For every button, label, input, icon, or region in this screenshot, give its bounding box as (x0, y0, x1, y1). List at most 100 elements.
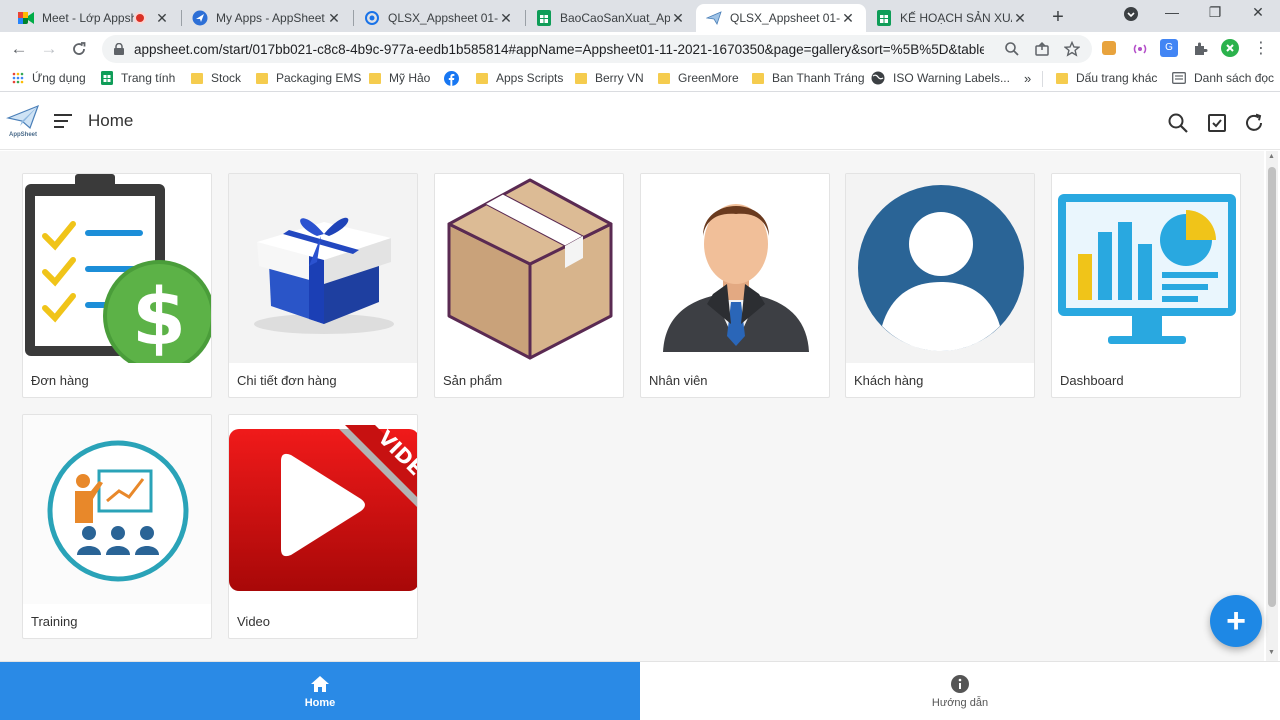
scroll-up-icon[interactable]: ▲ (1268, 153, 1275, 160)
close-tab-icon[interactable]: ✕ (498, 10, 514, 27)
bookmark-label: Berry VN (595, 71, 644, 85)
bookmark-greenmore[interactable]: GreenMore (658, 71, 739, 85)
bookmark-stock[interactable]: Stock (191, 71, 241, 85)
tab-qlsx-1[interactable]: QLSX_Appsheet 01-11 ✕ (354, 4, 524, 32)
info-icon (951, 675, 969, 693)
tab-qlsx-active[interactable]: QLSX_Appsheet 01-11 ✕ (696, 4, 866, 32)
minimize-button[interactable]: — (1160, 4, 1184, 20)
scrollbar-thumb[interactable] (1268, 167, 1276, 607)
browser-tab-strip: Meet - Lớp Appsh ✕ My Apps - AppSheet ✕ … (0, 0, 1280, 32)
bookmarks-more-button[interactable]: » (1024, 71, 1031, 86)
close-window-button[interactable]: ✕ (1246, 4, 1270, 21)
bookmark-berry[interactable]: Berry VN (575, 71, 644, 85)
nav-label: Hướng dẫn (931, 697, 989, 709)
card-don-hang[interactable]: $ Đơn hàng (22, 173, 212, 398)
app-header: AppSheet Home (0, 96, 1280, 150)
cardboard-box-icon (435, 174, 623, 363)
bookmark-apps[interactable]: Ứng dụng (12, 71, 86, 85)
tab-title: My Apps - AppSheet (216, 11, 325, 25)
card-label: Training (31, 614, 78, 629)
menu-icon[interactable] (54, 114, 72, 132)
scroll-down-icon[interactable]: ▼ (1268, 649, 1275, 656)
extension-broadcast-icon[interactable] (1132, 41, 1148, 57)
nav-huong-dan[interactable]: Hướng dẫn (640, 662, 1280, 720)
bookmark-label: Stock (211, 71, 242, 85)
close-tab-icon[interactable]: ✕ (840, 10, 856, 27)
share-icon[interactable] (1034, 41, 1050, 57)
tab-search-button[interactable] (1119, 6, 1143, 25)
browser-menu-button[interactable]: ⋮ (1250, 38, 1272, 60)
nav-home[interactable]: Home (0, 662, 640, 720)
folder-icon (752, 72, 764, 84)
reading-list[interactable]: Danh sách đọc (1172, 71, 1274, 85)
folder-icon (1056, 72, 1068, 84)
card-video[interactable]: VIDEO Video (228, 414, 418, 639)
close-tab-icon[interactable]: ✕ (326, 10, 342, 27)
bookmark-iso[interactable]: ISO Warning Labels... (871, 71, 1010, 85)
card-chi-tiet-don-hang[interactable]: Chi tiết đơn hàng (228, 173, 418, 398)
loading-icon (364, 10, 380, 26)
close-tab-icon[interactable]: ✕ (154, 10, 170, 27)
scrollbar[interactable]: ▲ ▼ (1266, 151, 1278, 661)
bottom-navigation: Home Hướng dẫn (0, 661, 1280, 720)
address-bar[interactable]: appsheet.com/start/017bb021-c8c8-4b9c-97… (102, 35, 1092, 63)
forward-button[interactable]: → (38, 38, 60, 60)
bookmark-star-icon[interactable] (1064, 41, 1080, 57)
card-nhan-vien[interactable]: Nhân viên (640, 173, 830, 398)
bookmark-packaging[interactable]: Packaging EMS (256, 71, 361, 85)
apps-grid-icon (12, 72, 24, 84)
bookmark-label: GreenMore (678, 71, 739, 85)
card-training[interactable]: Training (22, 414, 212, 639)
folder-icon (191, 72, 203, 84)
add-button[interactable]: + (1210, 595, 1262, 647)
close-tab-icon[interactable]: ✕ (1012, 10, 1028, 27)
appsheet-logo: AppSheet (5, 104, 40, 140)
tab-meet[interactable]: Meet - Lớp Appsh ✕ (8, 4, 180, 32)
bookmark-my-hao[interactable]: Mỹ Hảo (369, 71, 430, 85)
card-san-pham[interactable]: Sản phẩm (434, 173, 624, 398)
card-khach-hang[interactable]: Khách hàng (845, 173, 1035, 398)
zoom-icon[interactable] (1004, 41, 1020, 57)
new-tab-button[interactable]: + (1048, 6, 1068, 29)
checkbox-select-icon[interactable] (1206, 112, 1228, 134)
gift-box-icon (229, 174, 417, 363)
tab-my-apps[interactable]: My Apps - AppSheet ✕ (182, 4, 352, 32)
bookmark-sheets[interactable]: Trang tính (101, 71, 175, 85)
sync-refresh-icon[interactable] (1243, 112, 1265, 134)
close-tab-icon[interactable]: ✕ (670, 10, 686, 27)
bookmark-label: ISO Warning Labels... (893, 71, 1010, 85)
card-label: Sản phẩm (443, 373, 503, 388)
translate-icon[interactable]: G (1160, 39, 1178, 57)
folder-icon (476, 72, 488, 84)
extension-icon[interactable] (1102, 41, 1116, 55)
card-label: Nhân viên (649, 373, 708, 388)
reload-button[interactable] (68, 38, 90, 60)
card-label: Chi tiết đơn hàng (237, 373, 337, 388)
bookmark-apps-scripts[interactable]: Apps Scripts (476, 71, 563, 85)
extensions-puzzle-icon[interactable] (1192, 41, 1208, 57)
sheets-icon (101, 71, 113, 85)
back-button[interactable]: ← (8, 38, 30, 60)
bookmark-label: Ứng dụng (32, 71, 86, 85)
card-label: Dashboard (1060, 373, 1124, 388)
tab-baocao[interactable]: BaoCaoSanXuat_Appsh ✕ (526, 4, 696, 32)
lock-icon (114, 43, 124, 55)
tab-title: QLSX_Appsheet 01-11 (730, 11, 840, 25)
bookmark-label: Trang tính (121, 71, 176, 85)
profile-avatar[interactable] (1221, 39, 1239, 57)
card-label: Đơn hàng (31, 373, 89, 388)
url-text: appsheet.com/start/017bb021-c8c8-4b9c-97… (134, 41, 984, 57)
restore-button[interactable]: ❐ (1203, 4, 1227, 21)
bookmark-ban-thanh-trang[interactable]: Ban Thanh Tráng (752, 71, 865, 85)
tab-kehoach[interactable]: KẾ HOẠCH SẢN XUẤT ✕ (866, 4, 1038, 32)
folder-icon (658, 72, 670, 84)
dashboard-monitor-icon (1052, 174, 1240, 363)
browser-toolbar: ← → appsheet.com/start/017bb021-c8c8-4b9… (0, 32, 1280, 66)
recording-indicator-icon (134, 12, 146, 24)
search-icon[interactable] (1167, 112, 1189, 134)
tab-title: Meet - Lớp Appsh (42, 11, 134, 25)
bookmark-facebook[interactable] (444, 71, 459, 86)
card-label: Khách hàng (854, 373, 924, 388)
card-dashboard[interactable]: Dashboard (1051, 173, 1241, 398)
bookmark-other[interactable]: Dấu trang khác (1056, 71, 1157, 85)
